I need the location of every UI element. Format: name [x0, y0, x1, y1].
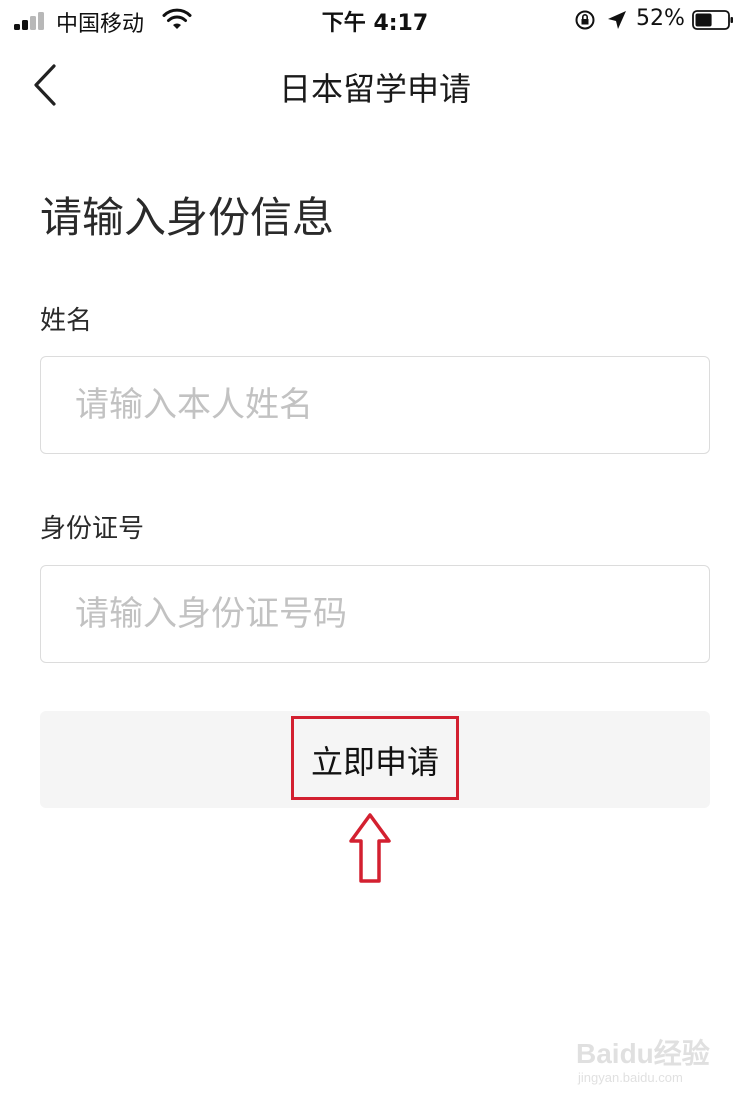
id-number-input[interactable] [41, 566, 709, 662]
name-input[interactable] [41, 357, 709, 453]
page-title: 日本留学申请 [278, 70, 471, 108]
name-label: 姓名 [40, 306, 93, 336]
baidu-jingyan-watermark: Baidu经验 jingyan.baidu.com [576, 1032, 726, 1092]
battery-percent: 52% [636, 6, 685, 31]
watermark-logo: Baidu经验 [576, 1038, 710, 1069]
battery-icon [692, 10, 733, 30]
id-number-field[interactable] [40, 565, 710, 663]
form-heading: 请输入身份信息 [40, 193, 335, 242]
name-field[interactable] [40, 356, 710, 454]
watermark-url: jingyan.baidu.com [578, 1070, 683, 1085]
status-bar: 中国移动 下午 4:17 52% [0, 0, 750, 44]
location-arrow-icon [608, 11, 626, 29]
id-number-label: 身份证号 [40, 514, 145, 544]
rotation-lock-icon [575, 10, 595, 30]
up-arrow-icon [349, 813, 391, 883]
highlight-box [291, 716, 459, 800]
